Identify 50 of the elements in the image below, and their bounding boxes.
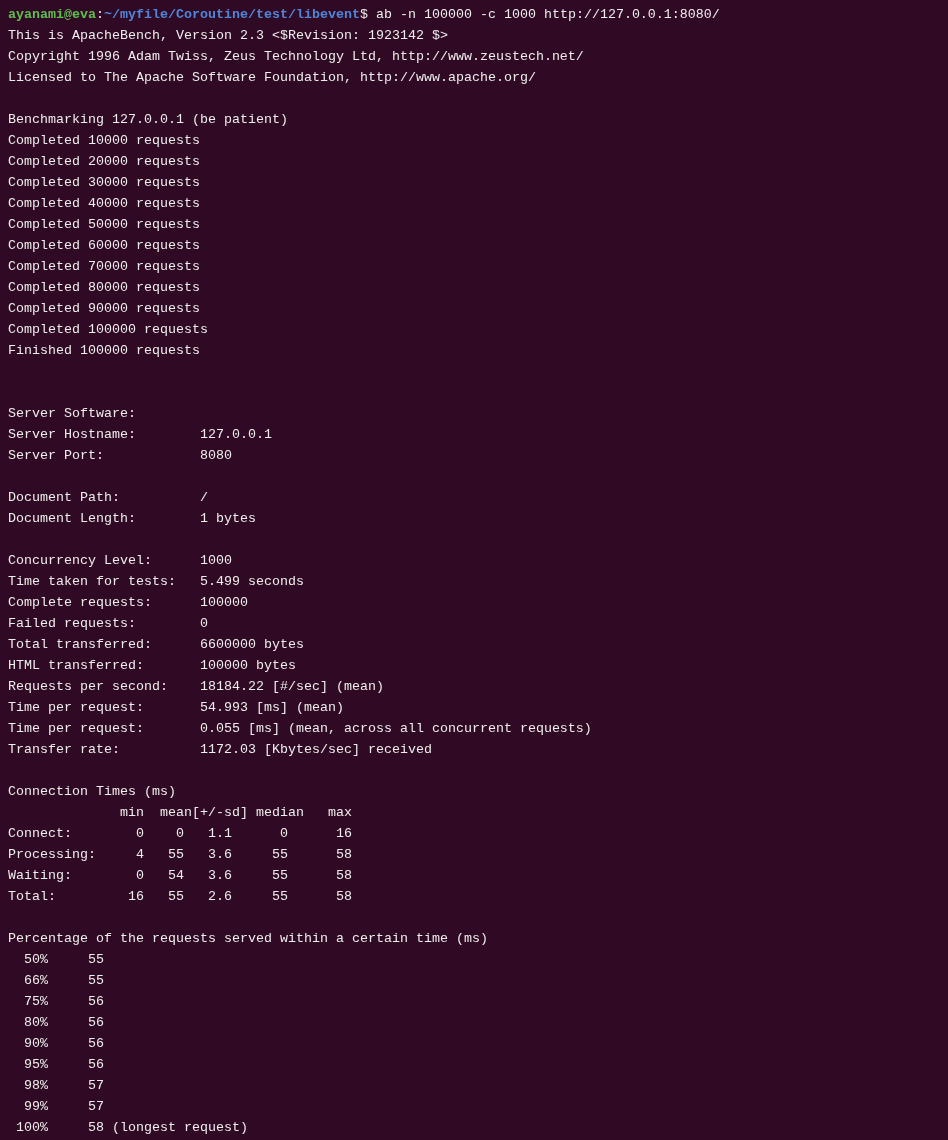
terminal-line: Server Software: xyxy=(8,406,136,421)
terminal-line: 99% 57 xyxy=(23,1099,104,1114)
terminal-line: Completed 60000 requests xyxy=(8,238,200,253)
terminal-line: 75% 56 xyxy=(23,994,104,1009)
terminal-line: Finished 100000 requests xyxy=(8,343,200,358)
terminal-line: 90% 56 xyxy=(23,1036,104,1051)
terminal-line: Processing: 4 55 3.6 55 58 xyxy=(8,847,352,862)
terminal-line: min mean[+/-sd] median max xyxy=(118,805,352,820)
command-text: $ ab -n 100000 -c 1000 http://127.0.0.1:8080/ xyxy=(359,7,720,22)
terminal-line: 98% 57 xyxy=(23,1078,104,1093)
terminal-line: Completed 90000 requests xyxy=(8,301,200,316)
terminal-line: Completed 40000 requests xyxy=(8,196,200,211)
terminal-line: Complete requests: 100000 xyxy=(8,595,248,610)
terminal-line: Total: 16 55 2.6 55 58 xyxy=(8,889,352,904)
terminal-line: Completed 100000 requests xyxy=(8,322,208,337)
terminal-line: HTML transferred: 100000 bytes xyxy=(8,658,296,673)
terminal-line: Percentage of the requests served within a certain time (ms) xyxy=(8,931,488,946)
terminal-line: Time taken for tests: 5.499 seconds xyxy=(8,574,304,589)
terminal-line: Completed 80000 requests xyxy=(8,280,200,295)
terminal-line: Benchmarking 127.0.0.1 (be patient) xyxy=(8,112,288,127)
prompt-user: ayanami@eva xyxy=(8,7,96,22)
terminal-line: Copyright 1996 Adam Twiss, Zeus Technology Ltd, http://www.zeustech.net/ xyxy=(8,49,584,64)
terminal-line: Requests per second: 18184.22 [#/sec] (mean) xyxy=(8,679,384,694)
terminal-line: 50% 55 xyxy=(23,952,104,967)
terminal-line: Licensed to The Apache Software Foundation, http://www.apache.org/ xyxy=(8,70,536,85)
terminal-line: 95% 56 xyxy=(23,1057,104,1072)
terminal-line: Completed 10000 requests xyxy=(8,133,200,148)
terminal-line: Completed 20000 requests xyxy=(8,154,200,169)
terminal-line: 66% 55 xyxy=(23,973,104,988)
prompt-separator: : xyxy=(96,7,104,22)
terminal-line: Completed 70000 requests xyxy=(8,259,200,274)
terminal-line: Transfer rate: 1172.03 [Kbytes/sec] received xyxy=(8,742,432,757)
terminal-line: Failed requests: 0 xyxy=(8,616,208,631)
terminal-line: Completed 30000 requests xyxy=(8,175,200,190)
terminal-line: Document Path: / xyxy=(8,490,208,505)
terminal-line: Server Hostname: 127.0.0.1 xyxy=(8,427,272,442)
terminal-line: Waiting: 0 54 3.6 55 58 xyxy=(8,868,352,883)
prompt-path: ~/myfile/Coroutine/test/libevent xyxy=(104,7,360,22)
terminal-line: 100% 58 (longest request) xyxy=(15,1120,248,1135)
terminal-line: Total transferred: 6600000 bytes xyxy=(8,637,304,652)
terminal-line: 80% 56 xyxy=(23,1015,104,1030)
terminal-line: Document Length: 1 bytes xyxy=(8,511,256,526)
terminal-line: Server Port: 8080 xyxy=(8,448,232,463)
terminal-line: Connection Times (ms) xyxy=(8,784,176,799)
terminal-line: Time per request: 54.993 [ms] (mean) xyxy=(8,700,344,715)
terminal-line: Time per request: 0.055 [ms] (mean, across all concurrent requests) xyxy=(8,721,592,736)
terminal-line: Completed 50000 requests xyxy=(8,217,200,232)
terminal-line: This is ApacheBench, Version 2.3 <$Revision: 1923142 $> xyxy=(8,28,448,43)
terminal-line: Concurrency Level: 1000 xyxy=(8,553,232,568)
terminal-line: Connect: 0 0 1.1 0 16 xyxy=(8,826,352,841)
